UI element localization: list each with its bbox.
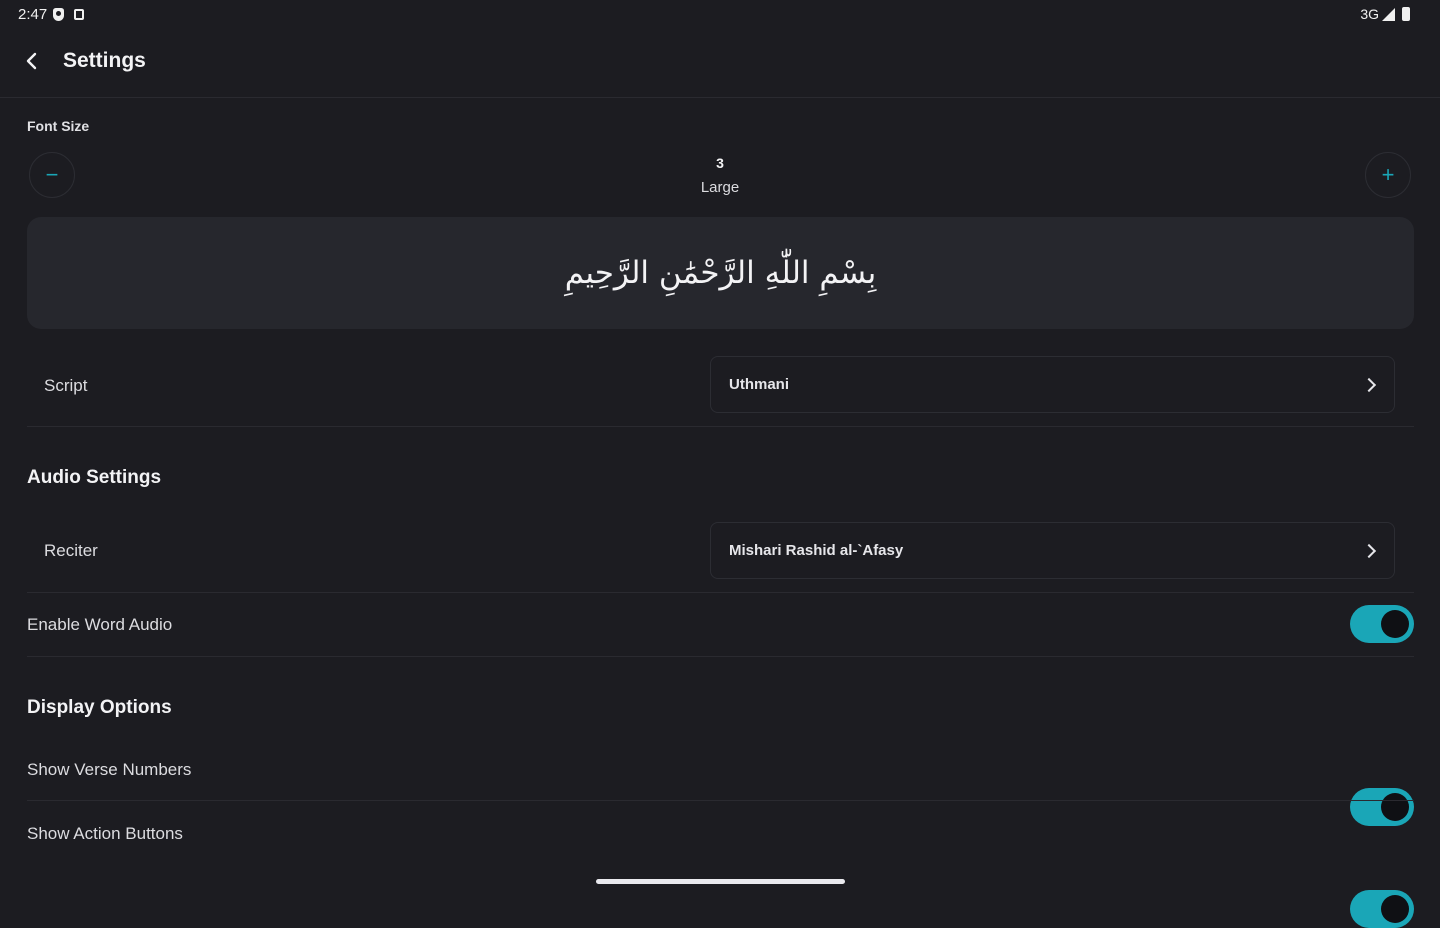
word-audio-divider (27, 656, 1414, 657)
chevron-right-icon (1361, 377, 1377, 392)
reciter-select[interactable]: Mishari Rashid al-`Afasy (710, 522, 1395, 579)
verse-numbers-toggle[interactable] (1350, 788, 1414, 826)
font-size-name: Large (700, 179, 740, 196)
increase-font-button[interactable]: + (1365, 152, 1411, 198)
status-bar-right: 3G (1360, 5, 1410, 23)
back-button[interactable] (16, 44, 48, 78)
toggle-knob (1381, 610, 1409, 638)
home-indicator[interactable] (596, 879, 845, 884)
script-divider (27, 426, 1414, 427)
script-label: Script (44, 376, 88, 395)
arabic-preview-text: بِسْمِ اللّٰهِ الرَّحْمَٰنِ الرَّحِيمِ (564, 255, 877, 291)
word-audio-label: Enable Word Audio (27, 615, 173, 634)
display-options-title: Display Options (27, 697, 172, 718)
verse-numbers-label: Show Verse Numbers (27, 760, 192, 779)
script-select[interactable]: Uthmani (710, 356, 1395, 413)
font-size-value: 3 (716, 155, 724, 171)
reciter-label: Reciter (44, 541, 98, 560)
audio-settings-title: Audio Settings (27, 467, 162, 488)
security-shield-icon (53, 7, 65, 21)
battery-icon (1402, 7, 1410, 21)
status-bar-left: 2:47 (18, 5, 85, 23)
chevron-right-icon (1361, 543, 1377, 558)
script-value: Uthmani (729, 376, 789, 393)
network-type: 3G (1360, 6, 1379, 22)
toggle-knob (1381, 895, 1409, 923)
action-buttons-label: Show Action Buttons (27, 824, 183, 843)
verse-numbers-divider (27, 800, 1414, 801)
action-buttons-toggle[interactable] (1350, 890, 1414, 928)
font-preview-box: بِسْمِ اللّٰهِ الرَّحْمَٰنِ الرَّحِيمِ (27, 217, 1414, 329)
toggle-knob (1381, 793, 1409, 821)
sim-card-icon (74, 8, 85, 20)
plus-icon: + (1381, 162, 1395, 187)
status-time: 2:47 (18, 5, 48, 23)
signal-icon (1382, 7, 1395, 21)
word-audio-toggle[interactable] (1350, 605, 1414, 643)
reciter-value: Mishari Rashid al-`Afasy (729, 542, 904, 559)
page-title: Settings (63, 49, 146, 72)
reciter-divider (27, 592, 1414, 593)
header-divider (0, 97, 1440, 98)
font-size-label: Font Size (27, 118, 90, 134)
arrow-left-icon (26, 52, 37, 70)
